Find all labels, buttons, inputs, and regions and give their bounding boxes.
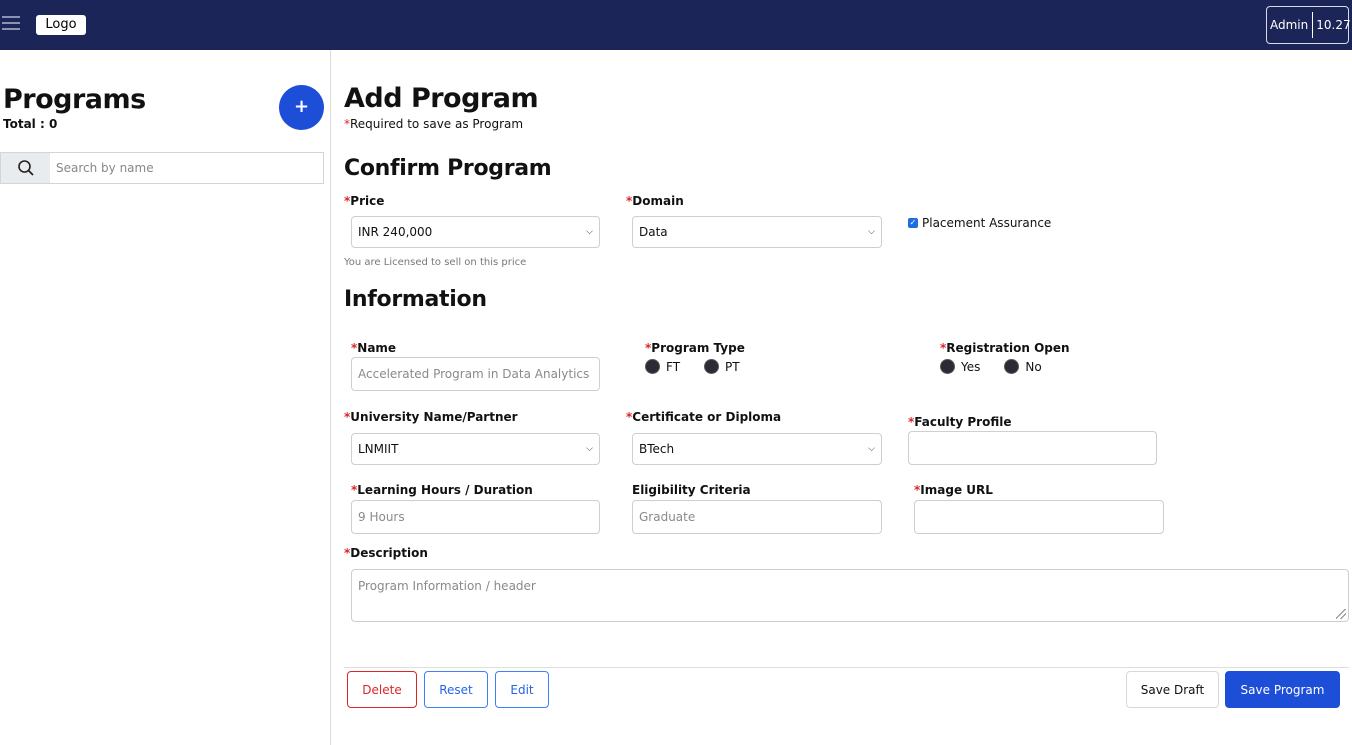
save-program-button[interactable]: Save Program bbox=[1225, 671, 1340, 708]
user-name: Admin bbox=[1267, 12, 1314, 38]
chevron-down-icon: ⌵ bbox=[586, 227, 593, 237]
domain-value: Data bbox=[639, 225, 668, 239]
version-label: 10.27 bbox=[1316, 18, 1351, 32]
radio-pt[interactable] bbox=[704, 359, 720, 374]
description-textarea[interactable]: Program Information / header bbox=[351, 569, 1349, 622]
required-note: *Required to save as Program bbox=[344, 117, 523, 131]
university-value: LNMIIT bbox=[358, 442, 399, 456]
learning-hours-label: *Learning Hours / Duration bbox=[351, 483, 533, 497]
domain-select[interactable]: Data ⌵ bbox=[632, 216, 882, 248]
search-box bbox=[0, 152, 324, 184]
resize-grip-icon[interactable] bbox=[1336, 609, 1346, 619]
user-menu[interactable]: Admin 10.27 bbox=[1266, 6, 1351, 44]
radio-no[interactable] bbox=[1004, 359, 1020, 374]
name-input[interactable] bbox=[351, 357, 600, 391]
learning-hours-input[interactable] bbox=[351, 500, 600, 534]
add-program-form: Add Program *Required to save as Program… bbox=[331, 50, 1352, 745]
placement-label: Placement Assurance bbox=[922, 216, 1052, 230]
programs-sidebar: Programs Total : 0 + bbox=[0, 50, 331, 745]
price-label: *Price bbox=[344, 194, 385, 208]
reset-button[interactable]: Reset bbox=[424, 671, 488, 708]
eligibility-label: Eligibility Criteria bbox=[632, 483, 751, 497]
add-program-button[interactable]: + bbox=[279, 85, 324, 130]
sidebar-title: Programs bbox=[3, 84, 146, 115]
program-type-label: *Program Type bbox=[645, 341, 745, 355]
university-label: *University Name/Partner bbox=[344, 410, 518, 424]
placement-assurance-checkbox[interactable]: ✓ Placement Assurance bbox=[908, 216, 1051, 230]
price-value: INR 240,000 bbox=[358, 225, 433, 239]
program-type-radios: FT PT bbox=[645, 359, 764, 374]
edit-button[interactable]: Edit bbox=[495, 671, 549, 708]
certificate-value: BTech bbox=[639, 442, 675, 456]
page-title: Add Program bbox=[344, 83, 539, 114]
confirm-program-heading: Confirm Program bbox=[344, 156, 552, 181]
faculty-profile-input[interactable] bbox=[908, 431, 1157, 465]
radio-ft[interactable] bbox=[645, 359, 660, 374]
certificate-select[interactable]: BTech ⌵ bbox=[632, 433, 882, 465]
certificate-label: *Certificate or Diploma bbox=[626, 410, 782, 424]
chevron-down-icon: ⌵ bbox=[868, 227, 875, 237]
information-heading: Information bbox=[344, 287, 487, 312]
faculty-profile-label: *Faculty Profile bbox=[908, 415, 1012, 429]
description-label: *Description bbox=[344, 546, 428, 560]
hamburger-icon[interactable] bbox=[2, 16, 20, 32]
university-select[interactable]: LNMIIT ⌵ bbox=[351, 433, 600, 465]
eligibility-input[interactable] bbox=[632, 500, 882, 534]
logo[interactable]: Logo bbox=[36, 15, 86, 35]
delete-button[interactable]: Delete bbox=[347, 671, 417, 708]
save-draft-button[interactable]: Save Draft bbox=[1126, 671, 1219, 708]
radio-yes[interactable] bbox=[940, 359, 955, 374]
chevron-down-icon: ⌵ bbox=[586, 444, 593, 454]
price-hint: You are Licensed to sell on this price bbox=[344, 257, 527, 268]
required-note-text: Required to save as Program bbox=[350, 117, 524, 131]
search-icon[interactable] bbox=[1, 153, 50, 183]
image-url-label: *Image URL bbox=[914, 483, 993, 497]
checkbox-checked-icon: ✓ bbox=[908, 218, 918, 228]
name-label: *Name bbox=[351, 341, 397, 355]
price-select[interactable]: INR 240,000 ⌵ bbox=[351, 216, 600, 248]
image-url-input[interactable] bbox=[914, 500, 1164, 534]
description-placeholder: Program Information / header bbox=[358, 579, 536, 593]
programs-total: Total : 0 bbox=[3, 117, 58, 131]
plus-icon: + bbox=[293, 96, 310, 117]
registration-open-radios: Yes No bbox=[940, 359, 1066, 374]
registration-open-label: *Registration Open bbox=[940, 341, 1070, 355]
top-bar: Logo Admin 10.27 bbox=[0, 0, 1352, 50]
domain-label: *Domain bbox=[626, 194, 684, 208]
search-input[interactable] bbox=[50, 153, 320, 183]
chevron-down-icon: ⌵ bbox=[868, 444, 875, 454]
divider bbox=[344, 667, 1349, 668]
